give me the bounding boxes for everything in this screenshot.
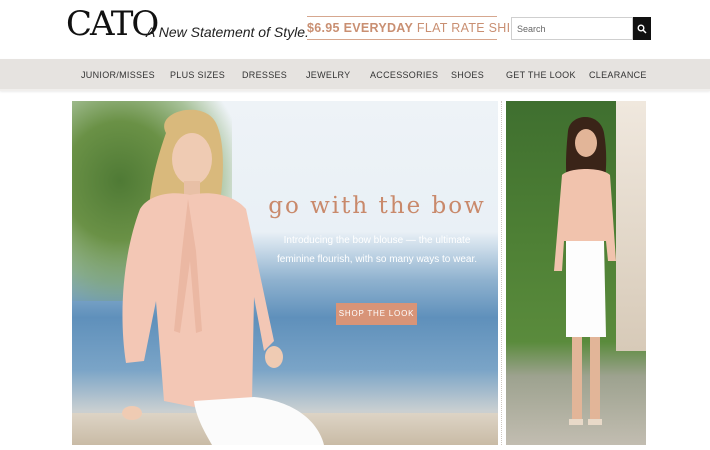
side-promo-image[interactable] bbox=[506, 101, 646, 445]
hero-subtitle-line-1: Introducing the bow blouse — the ultimat… bbox=[283, 235, 471, 246]
shipping-promo-banner[interactable]: $6.95 EVERYDAY FLAT RATE SHIPPING bbox=[307, 16, 551, 40]
main-nav: JUNIOR/MISSES PLUS SIZES DRESSES JEWELRY… bbox=[0, 59, 710, 91]
nav-item-get-the-look[interactable]: GET THE LOOK bbox=[506, 59, 576, 91]
cato-logo[interactable]: CATO bbox=[66, 4, 159, 44]
nav-item-accessories[interactable]: ACCESSORIES bbox=[370, 59, 438, 91]
nav-item-junior-misses[interactable]: JUNIOR/MISSES bbox=[81, 59, 155, 91]
hero-copy: go with the bow Introducing the bow blou… bbox=[268, 193, 486, 269]
hero-subtitle: Introducing the bow blouse — the ultimat… bbox=[268, 231, 486, 269]
search-button[interactable] bbox=[633, 17, 651, 40]
site-header: CATO A New Statement of Style. $6.95 EVE… bbox=[0, 0, 710, 58]
promo-price: $6.95 bbox=[307, 21, 340, 35]
hero-banner[interactable]: go with the bow Introducing the bow blou… bbox=[72, 101, 498, 445]
hero-subtitle-line-2: feminine flourish, with so many ways to … bbox=[276, 254, 478, 265]
nav-item-shoes[interactable]: SHOES bbox=[451, 59, 484, 91]
side-model-image bbox=[554, 117, 616, 425]
nav-item-jewelry[interactable]: JEWELRY bbox=[306, 59, 350, 91]
promo-emphasis: EVERYDAY bbox=[343, 21, 414, 35]
search-input[interactable] bbox=[511, 17, 633, 40]
search-icon bbox=[637, 24, 647, 34]
nav-item-clearance[interactable]: CLEARANCE bbox=[589, 59, 647, 91]
shop-the-look-button[interactable]: SHOP THE LOOK bbox=[336, 303, 417, 325]
nav-item-dresses[interactable]: DRESSES bbox=[242, 59, 287, 91]
page: CATO A New Statement of Style. $6.95 EVE… bbox=[0, 0, 710, 450]
hero-model-image bbox=[122, 109, 324, 445]
banner-divider bbox=[501, 101, 502, 445]
brand-tagline: A New Statement of Style. bbox=[146, 24, 309, 40]
nav-item-plus-sizes[interactable]: PLUS SIZES bbox=[170, 59, 225, 91]
hero-title: go with the bow bbox=[268, 193, 486, 219]
